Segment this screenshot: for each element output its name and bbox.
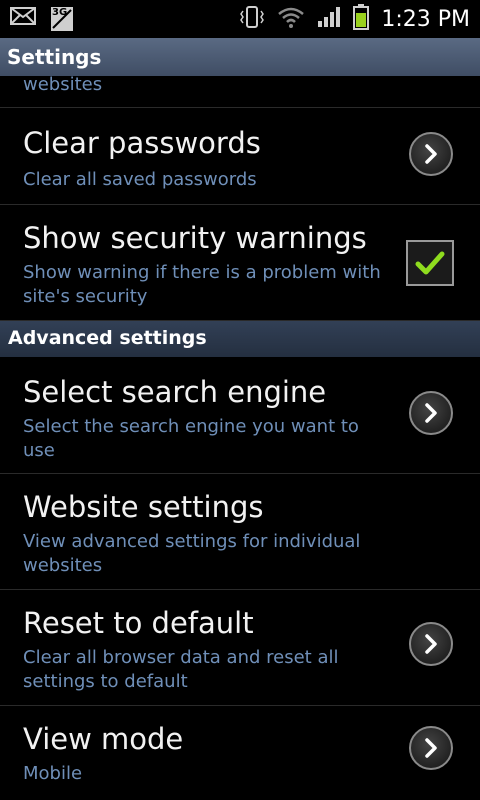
- clock: 1:23 PM: [381, 6, 470, 32]
- view-mode-row[interactable]: View mode Mobile: [0, 706, 480, 800]
- row-subtitle: Select the search engine you want to use: [23, 416, 359, 461]
- row-title: Clear passwords: [23, 126, 261, 160]
- page-title: Settings: [7, 45, 102, 69]
- row-subtitle: Clear all saved passwords: [23, 169, 257, 190]
- wifi-icon: [277, 6, 305, 32]
- chevron-right-icon[interactable]: [409, 622, 453, 666]
- search-engine-row[interactable]: Select search engine Select the search e…: [0, 357, 480, 474]
- row-title: Website settings: [23, 490, 264, 524]
- security-warnings-row[interactable]: Show security warnings Show warning if t…: [0, 205, 480, 321]
- mail-icon: [10, 6, 36, 32]
- chevron-right-icon[interactable]: [409, 726, 453, 770]
- row-title: Show security warnings: [23, 221, 367, 255]
- row-title: Reset to default: [23, 606, 254, 640]
- row-subtitle: Show warning if there is a problem with …: [23, 262, 381, 307]
- network-badge: 3G: [52, 7, 68, 18]
- partial-row[interactable]: [0, 76, 480, 108]
- vibrate-icon: [239, 5, 265, 33]
- section-header-advanced: Advanced settings: [0, 321, 480, 357]
- security-warnings-checkbox[interactable]: [406, 240, 454, 286]
- row-subtitle: Mobile: [23, 763, 83, 784]
- checkmark-icon: [415, 251, 445, 275]
- row-title: Select search engine: [23, 375, 327, 409]
- battery-icon: [353, 4, 370, 34]
- section-label: Advanced settings: [8, 327, 207, 349]
- title-bar: Settings: [0, 38, 480, 76]
- status-bar: 3G 1:23 PM: [0, 0, 480, 38]
- network-3g-icon: 3G: [50, 6, 74, 32]
- row-subtitle: View advanced settings for individual we…: [23, 531, 361, 576]
- chevron-right-icon[interactable]: [409, 391, 453, 435]
- clear-passwords-row[interactable]: Clear passwords Clear all saved password…: [0, 108, 480, 205]
- chevron-right-icon[interactable]: [409, 132, 453, 176]
- reset-default-row[interactable]: Reset to default Clear all browser data …: [0, 590, 480, 706]
- signal-icon: [317, 6, 341, 32]
- row-title: View mode: [23, 722, 184, 756]
- website-settings-row[interactable]: Website settings View advanced settings …: [0, 474, 480, 590]
- row-subtitle: Clear all browser data and reset all set…: [23, 647, 339, 692]
